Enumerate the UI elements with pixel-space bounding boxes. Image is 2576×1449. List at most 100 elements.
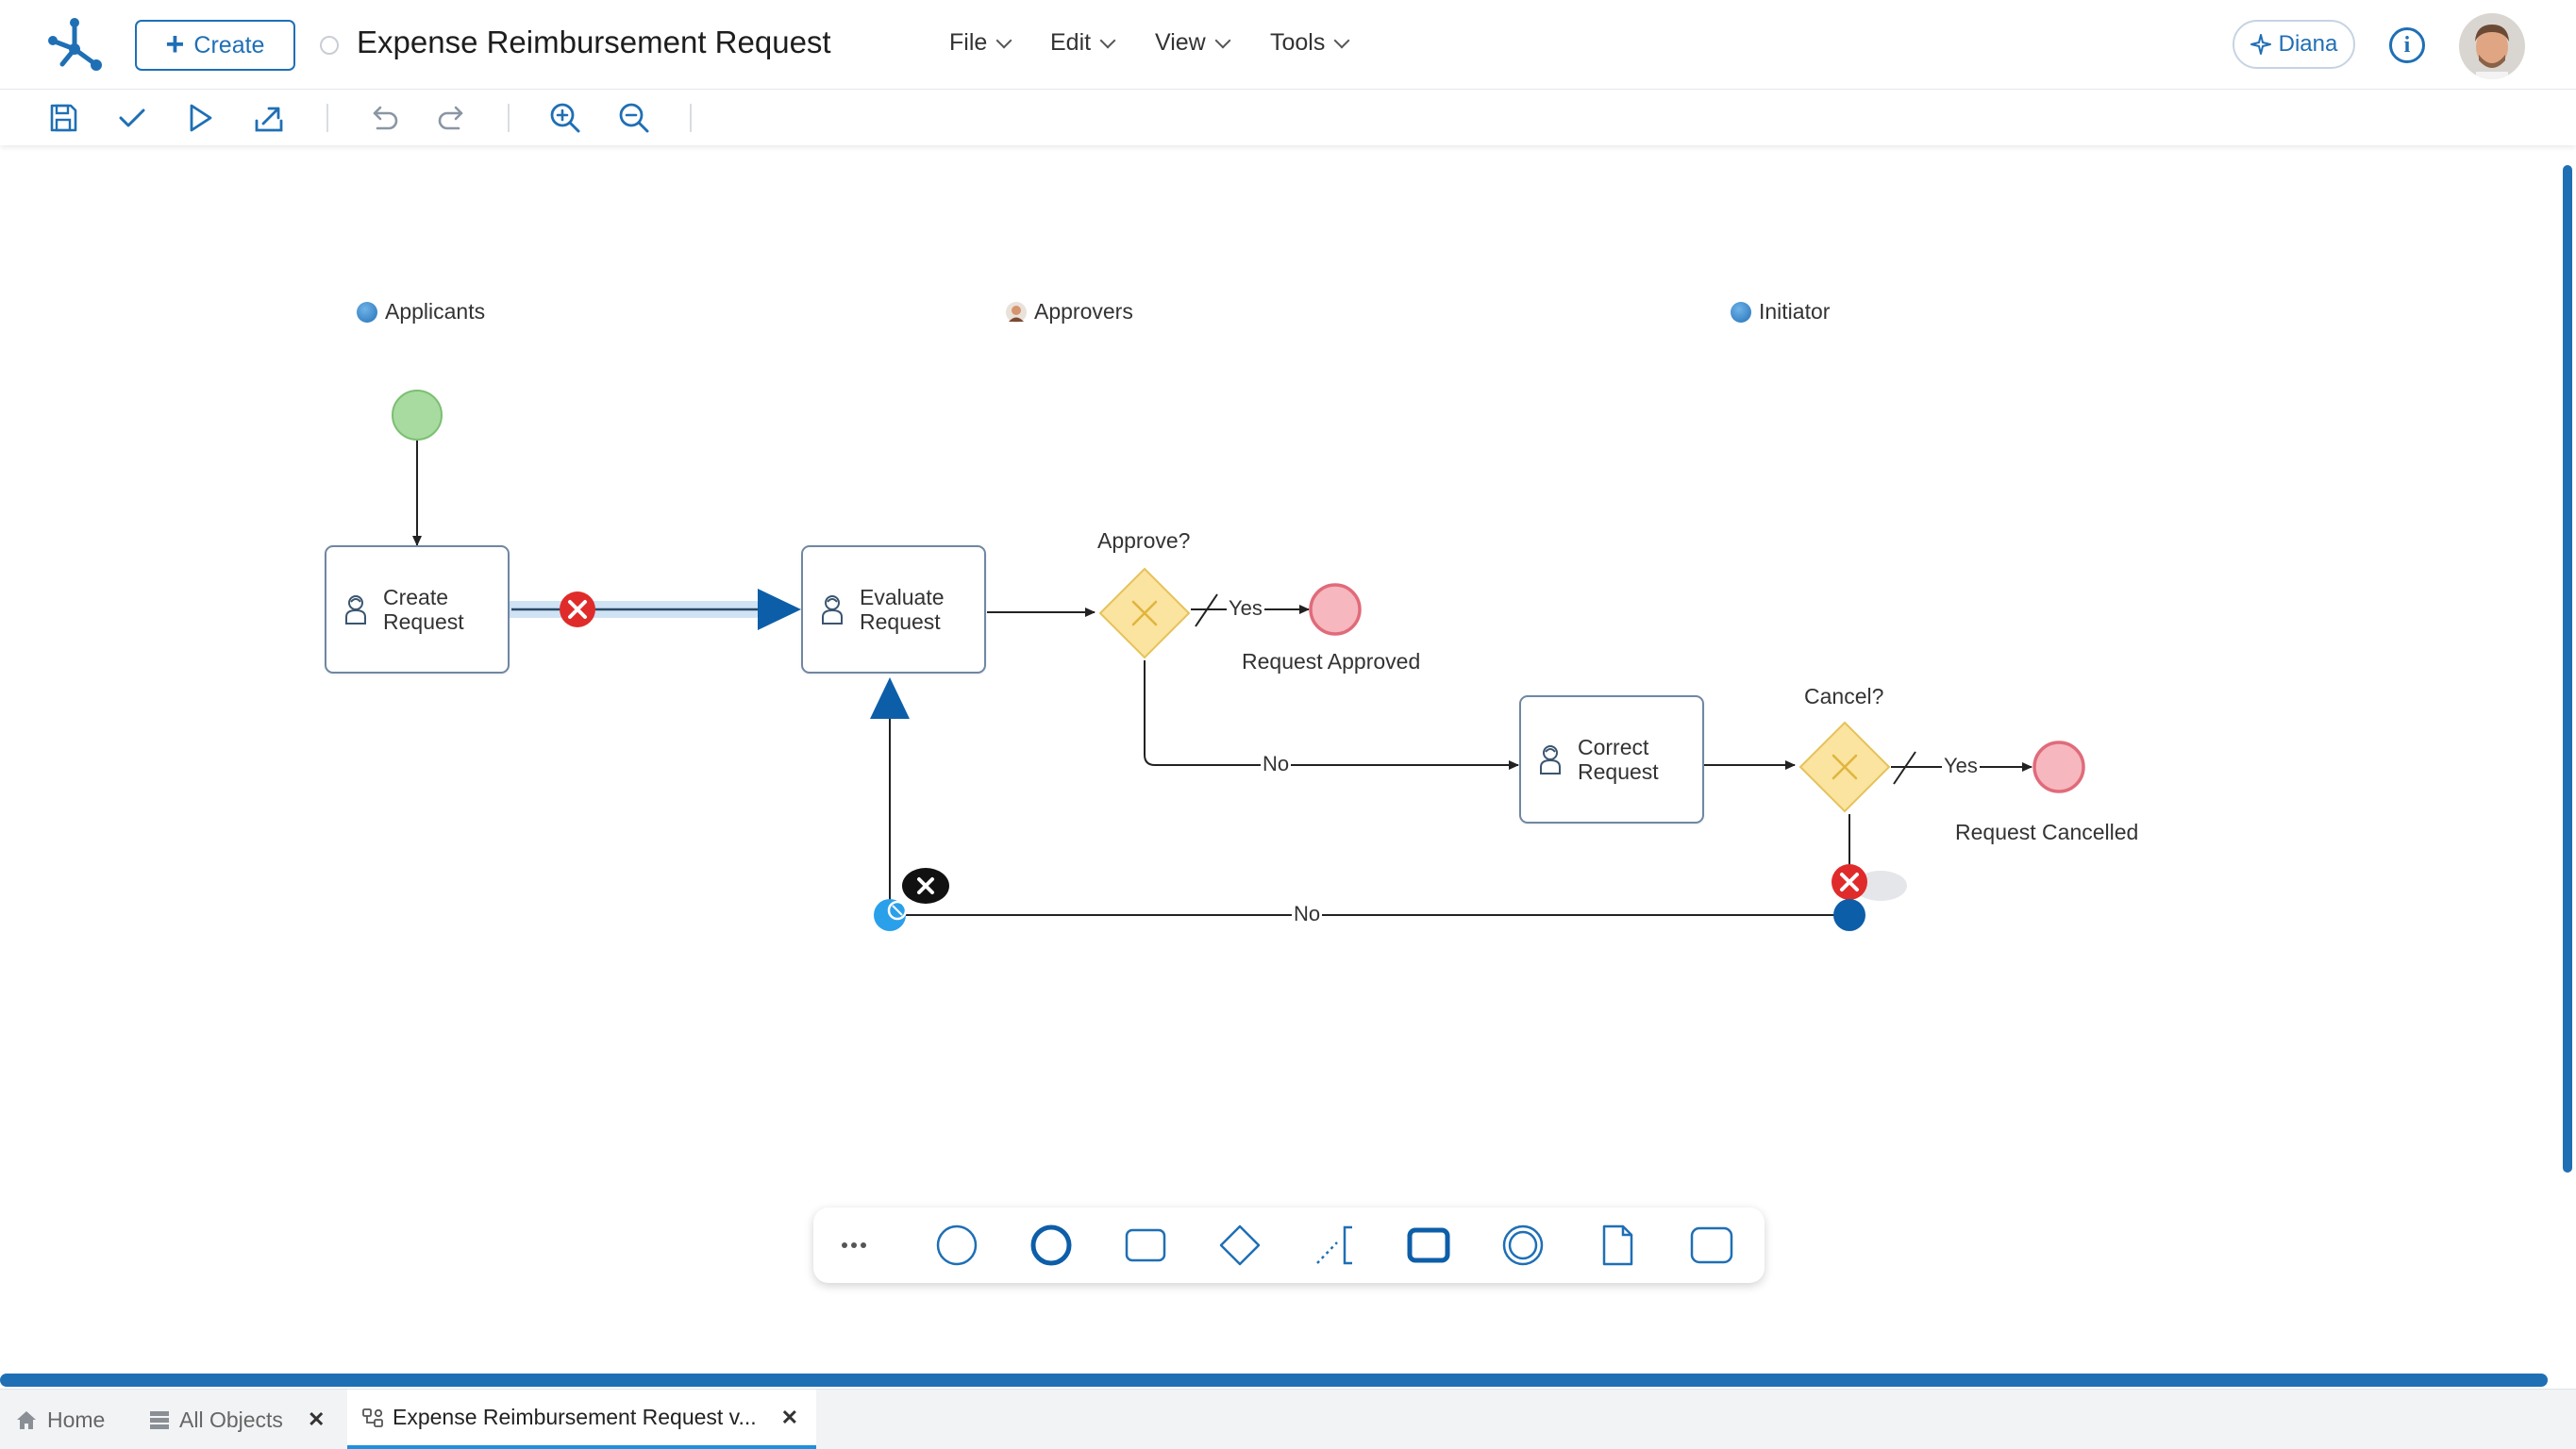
start-event-icon[interactable] (935, 1224, 979, 1267)
user-task-icon (345, 595, 366, 625)
lane-initiator[interactable]: Initiator (1731, 299, 1830, 325)
end-event-approved[interactable] (1309, 583, 1362, 636)
zoom-out-icon[interactable] (616, 100, 652, 136)
user-task-icon (1540, 745, 1561, 774)
end-event-icon[interactable] (1029, 1224, 1073, 1267)
start-event[interactable] (392, 390, 443, 441)
more-icon[interactable] (832, 1224, 876, 1267)
menu-view-label: View (1155, 29, 1206, 56)
toolbar-divider (326, 104, 328, 132)
list-icon (150, 1411, 169, 1429)
menu-view[interactable]: View (1155, 29, 1231, 57)
avatar-image (2459, 13, 2525, 79)
zoom-in-icon[interactable] (547, 100, 583, 136)
task-correct-request[interactable]: Correct Request (1519, 695, 1704, 824)
diagram-canvas[interactable]: Applicants Approvers Initiator Create Re… (0, 146, 2576, 1373)
group-icon (357, 301, 377, 323)
lane-approvers-label: Approvers (1034, 299, 1133, 324)
toolbar-divider (508, 104, 510, 132)
tab-active-diagram[interactable]: Expense Reimbursement Request v... ✕ (347, 1390, 816, 1449)
lane-initiator-label: Initiator (1759, 299, 1831, 324)
tab-bar: Home All Objects ✕ Expense Reimbursement… (0, 1389, 2576, 1449)
create-button[interactable]: + Create (135, 20, 295, 71)
close-icon[interactable]: ✕ (308, 1407, 325, 1432)
editor-toolbar (0, 91, 2576, 145)
info-icon[interactable]: i (2389, 27, 2425, 63)
toolbar-divider (690, 104, 692, 132)
tab-all-objects-label: All Objects (179, 1407, 283, 1432)
task-label-line: Request (383, 609, 464, 634)
chevron-down-icon (1333, 32, 1350, 48)
task-evaluate-request[interactable]: Evaluate Request (801, 545, 986, 674)
assistant-label: Diana (2278, 31, 2338, 57)
gateway-approve[interactable] (1098, 567, 1191, 659)
task-label-line: Create (383, 585, 449, 609)
app-header: + Create Expense Reimbursement Request F… (0, 0, 2576, 90)
gateway-approve-label: Approve? (1097, 528, 1191, 553)
task-label-line: Correct (1578, 735, 1649, 759)
horizontal-scrollbar[interactable] (0, 1374, 2548, 1387)
home-icon (17, 1411, 36, 1429)
menu-file-label: File (949, 29, 988, 56)
task-label-line: Request (860, 609, 941, 634)
gateway-icon[interactable] (1218, 1224, 1262, 1267)
task-label: Correct Request (1578, 735, 1659, 784)
group-icon[interactable] (1690, 1224, 1733, 1267)
task-create-request[interactable]: Create Request (325, 545, 510, 674)
redo-icon[interactable] (434, 100, 470, 136)
export-icon[interactable] (251, 100, 287, 136)
sparkle-icon (2250, 34, 2271, 55)
menu-tools[interactable]: Tools (1270, 29, 1350, 57)
save-icon[interactable] (45, 100, 81, 136)
association-icon[interactable] (1313, 1224, 1356, 1267)
app-logo-icon[interactable] (43, 13, 106, 75)
lane-approvers[interactable]: Approvers (1006, 299, 1133, 325)
chevron-down-icon (995, 32, 1012, 48)
task-label: Create Request (383, 585, 464, 634)
edge-label-cancel-yes: Yes (1942, 754, 1980, 778)
connection-waypoint-handle[interactable] (1833, 899, 1865, 931)
menu-tools-label: Tools (1270, 29, 1326, 56)
undo-icon[interactable] (366, 100, 402, 136)
tab-active-label: Expense Reimbursement Request v... (393, 1405, 757, 1429)
edge-label-cancel-no: No (1292, 902, 1323, 926)
tab-home-label: Home (47, 1407, 106, 1432)
menu-edit[interactable]: Edit (1050, 29, 1116, 57)
edge-label-approve-no: No (1261, 752, 1292, 776)
end-event-cancelled[interactable] (2032, 741, 2085, 793)
task-label: Evaluate Request (860, 585, 945, 634)
task-icon[interactable] (1124, 1224, 1167, 1267)
task-label-line: Evaluate (860, 585, 945, 609)
vertical-scrollbar[interactable] (2563, 165, 2572, 1173)
user-avatar[interactable] (2459, 13, 2525, 79)
chevron-down-icon (1099, 32, 1116, 48)
shape-palette (813, 1208, 1765, 1283)
gateway-cancel[interactable] (1798, 721, 1891, 813)
person-icon (1006, 301, 1027, 323)
flow-approve-no[interactable] (1144, 660, 1519, 770)
create-button-label: Create (193, 31, 265, 58)
connection-target-handle[interactable] (758, 589, 801, 630)
menu-file[interactable]: File (949, 29, 1012, 57)
plus-icon: + (165, 25, 185, 62)
connection-target-handle[interactable] (870, 677, 910, 719)
intermediate-event-icon[interactable] (1501, 1224, 1545, 1267)
user-task-icon (822, 595, 843, 625)
assistant-button[interactable]: Diana (2233, 20, 2355, 69)
lane-applicants[interactable]: Applicants (357, 299, 485, 325)
play-icon[interactable] (182, 100, 218, 136)
subprocess-icon[interactable] (1407, 1224, 1450, 1267)
check-icon[interactable] (114, 100, 150, 136)
close-icon[interactable]: ✕ (781, 1406, 798, 1430)
document-title: Expense Reimbursement Request (357, 25, 831, 59)
tab-home[interactable]: Home (15, 1390, 105, 1449)
tab-all-objects[interactable]: All Objects ✕ (149, 1390, 325, 1449)
task-label-line: Request (1578, 759, 1659, 784)
group-icon (1731, 301, 1751, 323)
gateway-cancel-label: Cancel? (1804, 684, 1884, 708)
diagram-icon (362, 1407, 383, 1427)
end-approved-label: Request Approved (1242, 649, 1421, 674)
edge-label-approve-yes: Yes (1227, 596, 1264, 621)
data-object-icon[interactable] (1596, 1224, 1639, 1267)
end-cancelled-label: Request Cancelled (1955, 820, 2139, 844)
